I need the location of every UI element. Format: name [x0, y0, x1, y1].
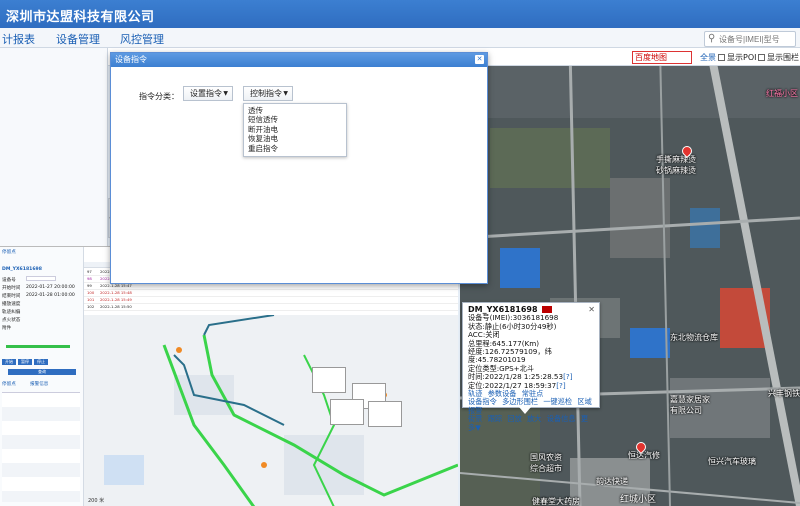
link-device-info[interactable]: 设备信息 — [547, 414, 576, 423]
link-street-view[interactable]: 街景 — [468, 414, 482, 423]
device-command-dialog: 设备指令 ✕ 指令分类： 设置指令 ▼ 控制指令 ▼ 透传 短信透传 断开油电 … — [110, 52, 488, 284]
checkbox-icon — [758, 54, 765, 61]
link-zoom-in[interactable]: 放大 — [527, 414, 541, 423]
vehicle-coords: 经度:126.72579109，纬度:45.78201019 — [468, 347, 552, 365]
table-row[interactable]: 100 2022-1-28 15:48 — [84, 290, 458, 297]
link-one-click-inspect[interactable]: 一键巡检 — [543, 397, 572, 406]
map-label-community: 红城小区 — [620, 495, 657, 505]
track-callout — [330, 399, 364, 425]
chevron-down-icon: ▼ — [223, 90, 228, 97]
command-select-value: 控制指令 — [250, 89, 282, 98]
track-callout — [368, 401, 402, 427]
field-label-start: 开始时间 — [2, 286, 21, 291]
field-label-end: 结束时间 — [2, 294, 21, 299]
command-select[interactable]: 控制指令 ▼ — [243, 86, 293, 101]
table-row[interactable]: 99 2022-1-28 15:47 — [84, 283, 458, 290]
category-select[interactable]: 设置指令 ▼ — [183, 86, 233, 101]
table-row[interactable]: 102 2022-1-28 15:50 — [84, 304, 458, 311]
track-map[interactable]: 200 米 — [84, 315, 458, 506]
field-label-correction: 轨迹纠偏 — [2, 310, 21, 315]
progress-bar[interactable] — [6, 345, 70, 348]
stop-button[interactable]: 停止 — [34, 359, 48, 365]
table-row[interactable]: 101 2022-1-28 15:49 — [84, 297, 458, 304]
form-section-title: 停留点 — [2, 250, 16, 255]
link-follow[interactable]: 跟踪 — [488, 414, 502, 423]
device-input[interactable] — [26, 276, 56, 281]
tab-alarm-info[interactable]: 报警信息 — [30, 381, 48, 387]
menu-item-cut-power[interactable]: 断开油电 — [248, 125, 342, 134]
map-label-pharmacy: 健春堂大药房 — [532, 497, 580, 506]
company-name: 深圳市达盟科技有限公司 — [6, 10, 155, 25]
map-scale: 200 米 — [88, 498, 105, 504]
nav-item-device-management[interactable]: 设备管理 — [56, 31, 100, 47]
menu-item-reboot[interactable]: 重启指令 — [248, 144, 342, 153]
popup-tail — [519, 407, 531, 414]
map-label-express: 韵达快递 — [596, 477, 628, 486]
map-type-select[interactable]: 百度地图 — [632, 51, 692, 64]
checkbox-icon — [718, 54, 725, 61]
field-label-speed: 播放速度 — [2, 302, 21, 307]
device-id-text: DM_YX6181698 — [2, 267, 42, 272]
menu-item-sms-passthrough[interactable]: 短信透传 — [248, 115, 342, 124]
end-time-value[interactable]: 2022-01-28 01:00:00 — [26, 293, 75, 298]
close-icon[interactable]: ✕ — [588, 305, 595, 314]
fix-help-link[interactable]: [?] — [556, 381, 565, 390]
search-input[interactable] — [719, 33, 793, 45]
satellite-map[interactable]: 手撕麻辣烫 砂锅麻辣烫 东北物流仓库 嘉慧家居家 有限公司 兴丰钢铁 国风农资 … — [460, 48, 800, 506]
nav-item-risk-control[interactable]: 风控管理 — [120, 31, 164, 47]
action-links-row3: 街景 跟踪 回放 放大 设备信息 更多▼ — [468, 414, 594, 432]
query-button[interactable]: 查询 — [8, 369, 76, 375]
field-label-ignition: 点火状态 — [2, 318, 21, 323]
menu-item-passthrough[interactable]: 透传 — [248, 106, 342, 115]
show-fence-label: 显示围栏 — [767, 53, 799, 62]
map-label-community-2: 红福小区 — [766, 89, 798, 98]
map-label-glass: 恒兴汽车玻璃 — [708, 457, 756, 466]
playback-form: 停留点 DM_YX6181698 设备号 开始时间 2022-01-27 20:… — [0, 247, 84, 506]
field-label-attachment: 附件 — [2, 326, 12, 331]
stop-point-list[interactable] — [2, 392, 80, 502]
map-label-restaurant: 手撕麻辣烫 砂锅麻辣烫 — [656, 155, 696, 175]
search-box: ⚲ — [704, 31, 796, 47]
start-time-value[interactable]: 2022-01-27 20:00:00 — [26, 285, 75, 290]
start-button[interactable]: 开始 — [2, 359, 16, 365]
chevron-down-icon: ▼ — [283, 90, 288, 97]
category-label: 指令分类： — [139, 92, 179, 101]
action-links-row2: 设备指令 多边形围栏 一键巡检 区域报警 — [468, 398, 594, 415]
command-dropdown-menu: 透传 短信透传 断开油电 恢复油电 重启指令 — [243, 103, 347, 157]
track-playback-overlay: 停留点 DM_YX6181698 设备号 开始时间 2022-01-27 20:… — [0, 246, 458, 506]
field-label-device: 设备号 — [2, 278, 16, 283]
map-label-auto-repair: 恒达汽修 — [628, 451, 660, 460]
top-bar: 深圳市达盟科技有限公司 — [0, 0, 800, 28]
link-polygon-fence[interactable]: 多边形围栏 — [502, 397, 538, 406]
show-poi-label: 显示POI — [727, 53, 757, 62]
battery-icon — [541, 306, 552, 313]
map-label-steel: 兴丰钢铁 — [768, 389, 800, 398]
tab-stop-points[interactable]: 停留点 — [2, 381, 16, 387]
dialog-title: 设备指令 — [111, 53, 487, 67]
show-poi-checkbox[interactable]: 显示POI — [718, 52, 756, 63]
nav-item-reports[interactable]: 计报表 — [2, 31, 35, 47]
fullscreen-button[interactable]: 全景 — [700, 52, 716, 63]
category-select-value: 设置指令 — [190, 89, 222, 98]
link-playback[interactable]: 回放 — [507, 414, 521, 423]
map-label-supermarket: 国风农资 综合超市 — [530, 453, 562, 473]
app-root: 深圳市达盟科技有限公司 计报表 设备管理 风控管理 ⚲ ◂ — [0, 0, 800, 506]
search-icon[interactable]: ⚲ — [708, 33, 715, 44]
pause-button[interactable]: 暂停 — [18, 359, 32, 365]
track-callout — [312, 367, 346, 393]
main-nav: 计报表 设备管理 风控管理 ⚲ — [0, 28, 800, 48]
map-label-logistics: 东北物流仓库 — [670, 333, 718, 342]
menu-item-restore-power[interactable]: 恢复油电 — [248, 134, 342, 143]
close-icon[interactable]: ✕ — [475, 55, 484, 64]
vehicle-info-popup: DM_YX6181698 ✕ 设备号(IMEI):3036181698 状态:静… — [462, 302, 600, 431]
map-label-furniture: 嘉慧家居家 有限公司 — [670, 395, 710, 415]
map-imagery — [460, 48, 800, 506]
show-fence-checkbox[interactable]: 显示围栏 — [758, 52, 799, 63]
